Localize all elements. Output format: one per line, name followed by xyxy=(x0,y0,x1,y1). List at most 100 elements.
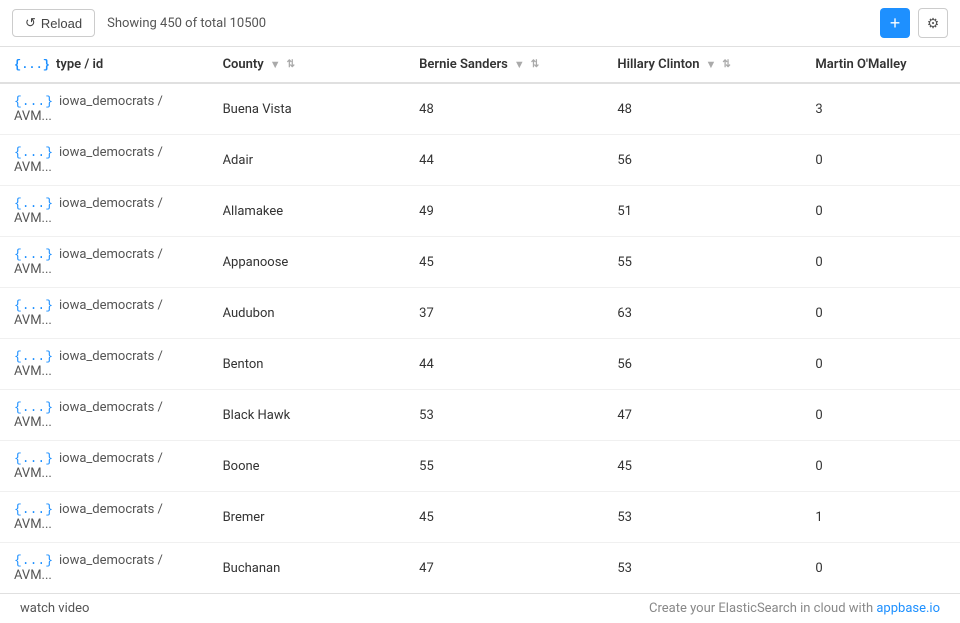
cell-hillary: 55 xyxy=(603,237,801,288)
settings-button[interactable]: ⚙ xyxy=(918,8,948,38)
cell-bernie: 53 xyxy=(405,390,603,441)
cell-county: Appanoose xyxy=(209,237,406,288)
cell-hillary: 53 xyxy=(603,543,801,594)
cell-type-id: {...}iowa_democrats / AVM... xyxy=(0,492,209,543)
type-icon: {...} xyxy=(14,400,53,415)
cell-martin: 3 xyxy=(801,83,960,135)
cell-hillary: 45 xyxy=(603,441,801,492)
reload-button[interactable]: ↺ Reload xyxy=(12,9,95,37)
showing-text: Showing 450 of total 10500 xyxy=(107,16,266,31)
type-icon: {...} xyxy=(14,94,53,109)
col-header-hillary: Hillary Clinton ▼ ⇅ xyxy=(603,47,801,83)
cell-martin: 0 xyxy=(801,339,960,390)
type-icon: {...} xyxy=(14,349,53,364)
cell-county: Buena Vista xyxy=(209,83,406,135)
cell-hillary: 47 xyxy=(603,390,801,441)
col-label-bernie: Bernie Sanders xyxy=(419,57,508,72)
hillary-sort-icon[interactable]: ⇅ xyxy=(722,59,730,70)
cell-county: Buchanan xyxy=(209,543,406,594)
cell-martin: 0 xyxy=(801,135,960,186)
table-row: {...}iowa_democrats / AVM...Buena Vista4… xyxy=(0,83,960,135)
appbase-link[interactable]: appbase.io xyxy=(876,601,940,616)
cell-hillary: 51 xyxy=(603,186,801,237)
table-header-row: {...} type / id County ▼ ⇅ Bernie Sander… xyxy=(0,47,960,83)
table-row: {...}iowa_democrats / AVM...Buchanan4753… xyxy=(0,543,960,594)
type-icon: {...} xyxy=(14,196,53,211)
table-row: {...}iowa_democrats / AVM...Appanoose455… xyxy=(0,237,960,288)
cell-county: Allamakee xyxy=(209,186,406,237)
cell-county: Bremer xyxy=(209,492,406,543)
col-header-bernie: Bernie Sanders ▼ ⇅ xyxy=(405,47,603,83)
cell-type-id: {...}iowa_democrats / AVM... xyxy=(0,186,209,237)
cell-martin: 0 xyxy=(801,237,960,288)
cell-bernie: 48 xyxy=(405,83,603,135)
cell-hillary: 56 xyxy=(603,339,801,390)
cell-type-id: {...}iowa_democrats / AVM... xyxy=(0,441,209,492)
data-table: {...} type / id County ▼ ⇅ Bernie Sander… xyxy=(0,47,960,593)
col-label-county: County xyxy=(223,57,264,72)
cell-martin: 1 xyxy=(801,492,960,543)
cell-bernie: 44 xyxy=(405,339,603,390)
cell-bernie: 55 xyxy=(405,441,603,492)
col-label-hillary: Hillary Clinton xyxy=(617,57,699,72)
cell-hillary: 53 xyxy=(603,492,801,543)
table-row: {...}iowa_democrats / AVM...Benton44560 xyxy=(0,339,960,390)
cell-bernie: 45 xyxy=(405,492,603,543)
table-container: {...} type / id County ▼ ⇅ Bernie Sander… xyxy=(0,47,960,593)
cell-martin: 0 xyxy=(801,288,960,339)
cell-type-id: {...}iowa_democrats / AVM... xyxy=(0,543,209,594)
col-label-martin: Martin O'Malley xyxy=(815,57,906,72)
header-bar: ↺ Reload Showing 450 of total 10500 + ⚙ xyxy=(0,0,960,47)
bernie-sort-icon[interactable]: ⇅ xyxy=(531,59,539,70)
table-row: {...}iowa_democrats / AVM...Allamakee495… xyxy=(0,186,960,237)
bernie-filter-icon[interactable]: ▼ xyxy=(514,58,525,71)
cell-bernie: 45 xyxy=(405,237,603,288)
cell-county: Benton xyxy=(209,339,406,390)
county-sort-icon[interactable]: ⇅ xyxy=(287,59,295,70)
cell-bernie: 49 xyxy=(405,186,603,237)
col-header-type-id: {...} type / id xyxy=(0,47,209,83)
cell-hillary: 48 xyxy=(603,83,801,135)
county-filter-icon[interactable]: ▼ xyxy=(270,58,281,71)
cell-type-id: {...}iowa_democrats / AVM... xyxy=(0,288,209,339)
cell-bernie: 47 xyxy=(405,543,603,594)
cell-bernie: 44 xyxy=(405,135,603,186)
header-left: ↺ Reload Showing 450 of total 10500 xyxy=(12,9,266,37)
type-icon: {...} xyxy=(14,247,53,262)
table-row: {...}iowa_democrats / AVM...Adair44560 xyxy=(0,135,960,186)
type-icon: {...} xyxy=(14,502,53,517)
cell-martin: 0 xyxy=(801,186,960,237)
cell-hillary: 56 xyxy=(603,135,801,186)
header-right: + ⚙ xyxy=(880,8,948,38)
add-button[interactable]: + xyxy=(880,8,910,38)
cell-type-id: {...}iowa_democrats / AVM... xyxy=(0,237,209,288)
cell-martin: 0 xyxy=(801,390,960,441)
hillary-filter-icon[interactable]: ▼ xyxy=(706,58,717,71)
cell-martin: 0 xyxy=(801,441,960,492)
cell-type-id: {...}iowa_democrats / AVM... xyxy=(0,83,209,135)
reload-icon: ↺ xyxy=(25,15,36,31)
footer-promo: Create your ElasticSearch in cloud with … xyxy=(649,601,940,616)
promo-text: Create your ElasticSearch in cloud with xyxy=(649,601,876,616)
cell-county: Black Hawk xyxy=(209,390,406,441)
table-body: {...}iowa_democrats / AVM...Buena Vista4… xyxy=(0,83,960,593)
type-icon: {...} xyxy=(14,451,53,466)
cell-type-id: {...}iowa_democrats / AVM... xyxy=(0,390,209,441)
table-row: {...}iowa_democrats / AVM...Audubon37630 xyxy=(0,288,960,339)
type-id-icon: {...} xyxy=(14,58,50,72)
table-row: {...}iowa_democrats / AVM...Black Hawk53… xyxy=(0,390,960,441)
col-header-martin: Martin O'Malley xyxy=(801,47,960,83)
cell-type-id: {...}iowa_democrats / AVM... xyxy=(0,339,209,390)
type-icon: {...} xyxy=(14,145,53,160)
table-row: {...}iowa_democrats / AVM...Boone55450 xyxy=(0,441,960,492)
watch-video-link[interactable]: watch video xyxy=(20,601,89,616)
cell-county: Adair xyxy=(209,135,406,186)
cell-county: Audubon xyxy=(209,288,406,339)
cell-type-id: {...}iowa_democrats / AVM... xyxy=(0,135,209,186)
cell-county: Boone xyxy=(209,441,406,492)
col-label-type-id: type / id xyxy=(56,57,103,72)
cell-bernie: 37 xyxy=(405,288,603,339)
footer-bar: watch video Create your ElasticSearch in… xyxy=(0,593,960,623)
cell-martin: 0 xyxy=(801,543,960,594)
type-icon: {...} xyxy=(14,553,53,568)
